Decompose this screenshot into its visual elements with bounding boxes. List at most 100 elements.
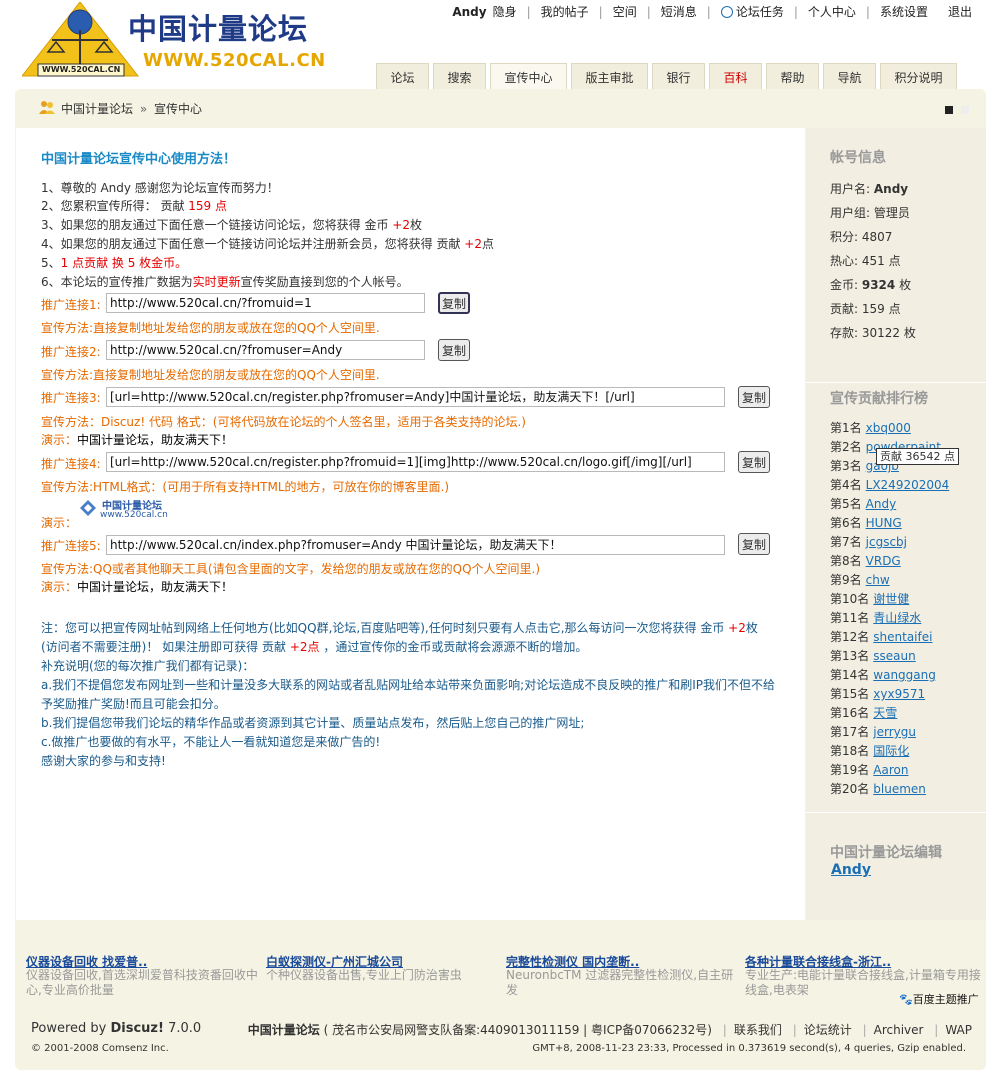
tab-forum[interactable]: 论坛: [376, 63, 429, 90]
rank-user-link[interactable]: bluemen: [873, 782, 926, 796]
current-user[interactable]: Andy: [452, 5, 486, 19]
rank-user-link[interactable]: 青山绿水: [873, 611, 921, 625]
footer-record[interactable]: ( 茂名市公安局网警支队备案:4409013011159 | 粤ICP备0706…: [320, 1023, 712, 1037]
tab-promotion[interactable]: 宣传中心: [490, 63, 567, 90]
demo-link-5[interactable]: 中国计量论坛，助友满天下！: [77, 580, 233, 594]
promo-link-4-input[interactable]: [url=http://www.520cal.cn/register.php?f…: [106, 452, 725, 472]
rank-position: 第9名: [830, 573, 862, 587]
tab-wiki[interactable]: 百科: [709, 63, 762, 90]
logo-badge-text: WWW.520CAL.CN: [42, 65, 121, 74]
messages-link[interactable]: 短消息: [661, 3, 697, 20]
promo-link-1-input[interactable]: http://www.520cal.cn/?fromuid=1: [106, 293, 425, 313]
editor-link[interactable]: Andy: [831, 862, 871, 878]
rank-position: 第17名: [830, 725, 870, 739]
invisible-toggle[interactable]: 隐身: [493, 3, 517, 20]
forum-tasks-link[interactable]: 论坛任务: [736, 3, 784, 20]
promo-link-2-label: 推广连接2:: [41, 345, 101, 359]
breadcrumb-home[interactable]: 中国计量论坛: [61, 102, 133, 116]
promo-link-5-input[interactable]: http://www.520cal.cn/index.php?fromuser=…: [106, 535, 725, 555]
demo-link-3[interactable]: 中国计量论坛，助友满天下！: [77, 433, 233, 447]
tab-bank[interactable]: 银行: [652, 63, 705, 90]
promo-link-2-input[interactable]: http://www.520cal.cn/?fromuser=Andy: [106, 340, 425, 360]
rank-position: 第10名: [830, 592, 870, 606]
logout-link[interactable]: 退出: [948, 3, 972, 20]
my-posts-link[interactable]: 我的帖子: [541, 3, 589, 20]
ranking-row: 第17名 jerrygu: [830, 723, 916, 740]
tab-moderator-approval[interactable]: 版主审批: [571, 63, 648, 90]
copy-button-3[interactable]: 复制: [738, 386, 770, 408]
copy-button-5[interactable]: 复制: [738, 533, 770, 555]
ad-1-desc: 仪器设备回收,首选深圳爱普科技资番回收中心,专业高价批量: [26, 968, 258, 997]
account-gold: 金币: 9324 枚: [830, 278, 912, 292]
user-center-link[interactable]: 个人中心: [808, 3, 856, 20]
ranking-row: 第12名 shentaifei: [830, 628, 932, 645]
promo-link-5-label: 推广连接5:: [41, 539, 101, 553]
rank-position: 第18名: [830, 744, 870, 758]
instruction-3: 3、如果您的朋友通过下面任意一个链接访问论坛，您将获得 金币 +2枚: [41, 218, 422, 232]
ranking-row: 第19名 Aaron: [830, 761, 908, 778]
promo-link-3-input[interactable]: [url=http://www.520cal.cn/register.php?f…: [106, 387, 725, 407]
promo-link-3-label: 推广连接3:: [41, 391, 101, 405]
page-title: 中国计量论坛宣传中心使用方法！: [41, 152, 237, 167]
rank-user-link[interactable]: shentaifei: [873, 630, 932, 644]
rank-user-link[interactable]: LX249202004: [866, 478, 950, 492]
contact-link[interactable]: 联系我们: [734, 1023, 782, 1037]
users-icon: [39, 101, 55, 114]
demo-logo-image[interactable]: 中国计量论坛 www.520cal.cn: [78, 496, 168, 522]
note-1: 注：您可以把宣传网址帖到网络上任何地方(比如QQ群,论坛,百度贴吧等),任何时刻…: [41, 621, 758, 635]
layout-narrow-icon[interactable]: [961, 106, 969, 114]
tab-navigation[interactable]: 导航: [823, 63, 876, 90]
rank-user-link[interactable]: 天雪: [873, 706, 897, 720]
rank-user-link[interactable]: xyx9571: [873, 687, 925, 701]
copy-button-2[interactable]: 复制: [438, 339, 470, 361]
clock-icon: [720, 5, 733, 18]
rank-user-link[interactable]: chw: [866, 573, 890, 587]
rank-position: 第20名: [830, 782, 870, 796]
promo-link-3-method: 宣传方法：Discuz! 代码 格式：(可将代码放在论坛的个人签名里，适用于各类…: [41, 415, 526, 429]
rank-user-link[interactable]: jerrygu: [873, 725, 916, 739]
rank-user-link[interactable]: jcgscbj: [866, 535, 907, 549]
rank-user-link[interactable]: sseaun: [873, 649, 915, 663]
rank-user-link[interactable]: 谢世健: [873, 592, 909, 606]
rank-user-link[interactable]: xbq000: [866, 421, 911, 435]
rank-position: 第6名: [830, 516, 862, 530]
promo-link-4-method: 宣传方法:HTML格式：(可用于所有支持HTML的地方，可放在你的博客里面.): [41, 480, 450, 494]
footer-site-link[interactable]: 中国计量论坛: [248, 1023, 320, 1037]
tab-help[interactable]: 帮助: [766, 63, 819, 90]
archiver-link[interactable]: Archiver: [874, 1023, 924, 1037]
tab-points-info[interactable]: 积分说明: [880, 63, 957, 90]
wap-link[interactable]: WAP: [945, 1023, 972, 1037]
stats-link[interactable]: 论坛统计: [804, 1023, 852, 1037]
instruction-4: 4、如果您的朋友通过下面任意一个链接访问论坛并注册新会员，您将获得 贡献 +2点: [41, 237, 494, 251]
note-3: 补充说明(您的每次推广我们都有记录)：: [41, 659, 255, 673]
rank-tooltip: 贡献 36542 点: [876, 448, 959, 465]
copy-button-1[interactable]: 复制: [438, 292, 470, 314]
tab-search[interactable]: 搜索: [433, 63, 486, 90]
promo-link-1-method: 宣传方法:直接复制地址发给您的朋友或放在您的QQ个人空间里.: [41, 321, 380, 335]
copy-button-4[interactable]: 复制: [738, 451, 770, 473]
rank-user-link[interactable]: Andy: [866, 497, 897, 511]
note-8: 感谢大家的参与和支持!: [41, 754, 166, 768]
rank-position: 第16名: [830, 706, 870, 720]
settings-link[interactable]: 系统设置: [880, 3, 928, 20]
account-username: 用户名: Andy: [830, 182, 909, 196]
layout-wide-icon[interactable]: [945, 106, 953, 114]
account-group: 用户组: 管理员: [830, 206, 910, 220]
rank-user-link[interactable]: VRDG: [866, 554, 901, 568]
copyright: © 2001-2008 Comsenz Inc.: [31, 1043, 169, 1054]
account-contrib: 贡献: 159 点: [830, 302, 901, 316]
logo-title: 中国计量论坛: [128, 12, 309, 46]
rank-user-link[interactable]: wanggang: [873, 668, 936, 682]
sidebar-divider: [806, 812, 986, 813]
rank-position: 第14名: [830, 668, 870, 682]
server-info: GMT+8, 2008-11-23 23:33, Processed in 0.…: [532, 1043, 966, 1054]
discuz-link[interactable]: Discuz!: [110, 1021, 163, 1036]
ad-2-desc: 个种仪器设备出售,专业上门防治害虫: [266, 968, 462, 982]
note-7: c.做推广也要做的有水平，不能让人一看就知道您是来做广告的!: [41, 735, 381, 749]
space-link[interactable]: 空间: [613, 3, 637, 20]
rank-position: 第7名: [830, 535, 862, 549]
baidu-promo-link[interactable]: 🐾百度主题推广: [899, 991, 979, 1007]
rank-user-link[interactable]: HUNG: [866, 516, 902, 530]
rank-user-link[interactable]: Aaron: [873, 763, 908, 777]
rank-user-link[interactable]: 国际化: [873, 744, 909, 758]
